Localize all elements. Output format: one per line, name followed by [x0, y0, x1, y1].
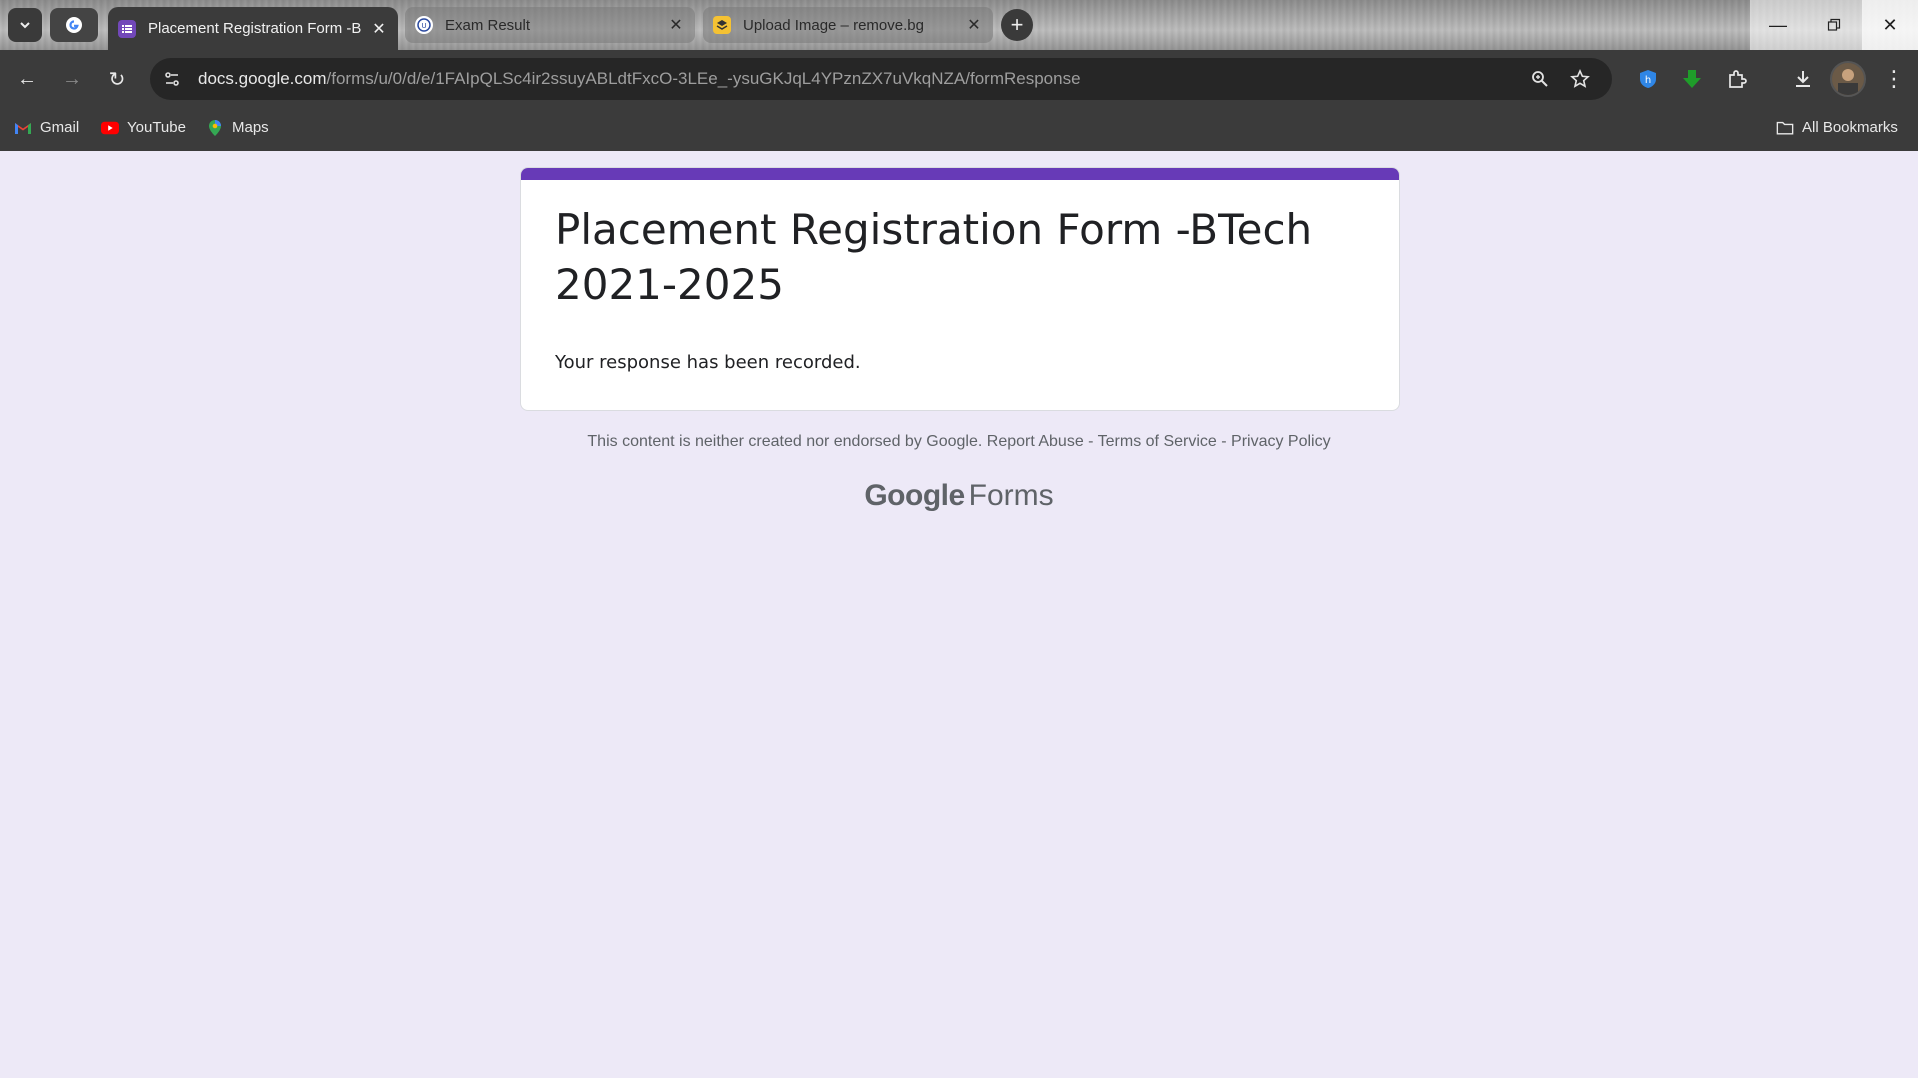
separator: - [1216, 433, 1232, 450]
close-icon[interactable]: ✕ [370, 19, 388, 39]
restore-button[interactable] [1806, 0, 1862, 50]
maps-icon [206, 119, 224, 136]
form-title: Placement Registration Form -BTech 2021-… [555, 205, 1313, 309]
removebg-icon [713, 16, 731, 34]
profile-avatar[interactable] [1830, 61, 1866, 97]
back-button[interactable]: ← [12, 64, 42, 94]
url-host: docs.google.com [198, 69, 327, 88]
all-bookmarks-label: All Bookmarks [1802, 119, 1898, 136]
folder-icon [1776, 120, 1794, 136]
tab-search-button[interactable] [8, 8, 42, 42]
bookmark-label: Maps [232, 119, 269, 136]
tab-title: Placement Registration Form -B [148, 20, 362, 37]
extension-shield-icon[interactable]: h [1633, 64, 1663, 94]
youtube-icon [101, 120, 119, 136]
chevron-down-icon [20, 22, 30, 29]
google-icon [66, 17, 82, 33]
arrow-right-icon: → [62, 67, 82, 90]
page-content: Placement Registration Form -BTech 2021-… [0, 151, 1918, 1078]
bookmarks-bar: Gmail YouTube Maps All Bookmarks [0, 108, 1918, 151]
close-icon: ✕ [1882, 14, 1898, 35]
tab-title: Upload Image – remove.bg [743, 16, 924, 34]
download-arrow-extension-icon[interactable] [1677, 64, 1707, 94]
url-path: /forms/u/0/d/e/1FAIpQLSc4ir2ssuyABLdtFxc… [326, 69, 1081, 88]
close-icon[interactable]: ✕ [965, 15, 983, 35]
form-accent-bar [521, 168, 1399, 180]
separator: - [1083, 433, 1098, 450]
google-forms-icon [118, 19, 136, 38]
bookmark-gmail[interactable]: Gmail [14, 119, 79, 136]
url-text: docs.google.com/forms/u/0/d/e/1FAIpQLSc4… [198, 69, 1081, 89]
star-icon[interactable] [1568, 67, 1592, 91]
kebab-menu-icon[interactable]: ⋮ [1879, 64, 1909, 94]
close-window-button[interactable]: ✕ [1862, 0, 1918, 50]
bookmark-label: Gmail [40, 119, 80, 136]
form-response-card: Placement Registration Form -BTech 2021-… [520, 167, 1400, 411]
tab-exam-result[interactable]: U Exam Result ✕ [405, 7, 695, 43]
tab-strip: Placement Registration Form -B ✕ U Exam … [0, 0, 1918, 50]
brand-google: Google [864, 479, 965, 512]
browser-chrome: Placement Registration Form -B ✕ U Exam … [0, 0, 1918, 151]
brand-forms: Forms [968, 479, 1054, 512]
tab-title: Exam Result [445, 16, 531, 34]
terms-of-service-link[interactable]: Terms of Service [1098, 433, 1217, 450]
gmail-icon [14, 120, 32, 136]
svg-text:U: U [421, 22, 426, 30]
extensions-puzzle-icon[interactable] [1722, 64, 1752, 94]
pinned-tab-google[interactable] [50, 8, 98, 42]
privacy-policy-link[interactable]: Privacy Policy [1231, 433, 1331, 450]
minimize-icon: — [1769, 14, 1787, 35]
reload-button[interactable]: ↻ [102, 64, 132, 94]
google-forms-logo[interactable]: Google Forms [0, 479, 1918, 513]
university-icon: U [415, 16, 433, 34]
zoom-icon[interactable] [1528, 67, 1552, 91]
confirmation-message: Your response has been recorded. [555, 352, 861, 373]
plus-icon: + [1010, 12, 1024, 37]
site-info-icon[interactable] [152, 59, 192, 99]
downloads-icon[interactable] [1788, 64, 1818, 94]
restore-icon [1827, 18, 1841, 31]
svg-text:h: h [1645, 75, 1651, 86]
bookmark-youtube[interactable]: YouTube [101, 119, 186, 136]
forward-button[interactable]: → [57, 64, 87, 94]
new-tab-button[interactable]: + [1001, 9, 1033, 41]
minimize-button[interactable]: — [1750, 0, 1806, 50]
tab-removebg[interactable]: Upload Image – remove.bg ✕ [703, 7, 993, 43]
tab-placement-form[interactable]: Placement Registration Form -B ✕ [108, 7, 398, 50]
bookmark-label: YouTube [127, 119, 186, 136]
disclaimer-text: This content is neither created nor endo… [587, 433, 983, 450]
report-abuse-link[interactable]: Report Abuse [987, 433, 1084, 450]
close-icon[interactable]: ✕ [667, 15, 685, 35]
arrow-left-icon: ← [17, 67, 37, 90]
footer-disclaimer: This content is neither created nor endo… [0, 433, 1918, 451]
browser-toolbar: ← → ↻ docs.google.com/forms/u/0/d/e/1FAI… [0, 50, 1918, 108]
all-bookmarks[interactable]: All Bookmarks [1776, 119, 1898, 136]
address-bar[interactable]: docs.google.com/forms/u/0/d/e/1FAIpQLSc4… [150, 58, 1612, 100]
bookmark-maps[interactable]: Maps [206, 119, 269, 136]
reload-icon: ↻ [108, 68, 126, 91]
